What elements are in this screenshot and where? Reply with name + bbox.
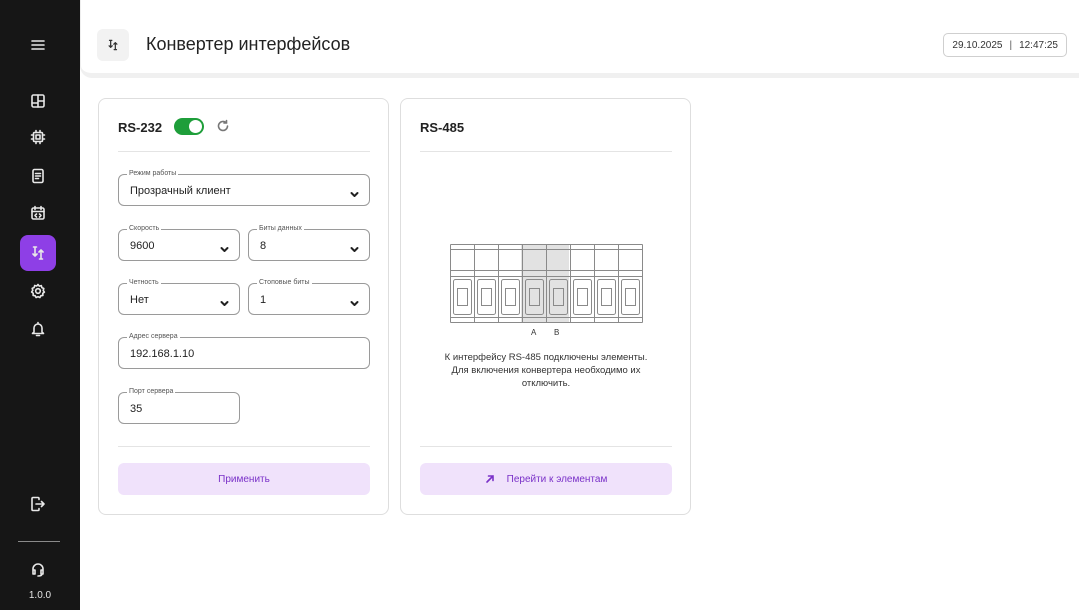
- info-line: К интерфейсу RS-485 подключены элементы.: [444, 352, 648, 363]
- sidebar: 1.0.0: [0, 0, 80, 610]
- card-divider: [420, 151, 672, 152]
- sidebar-item-settings[interactable]: [20, 273, 56, 309]
- chevron-down-icon: [220, 295, 229, 306]
- terminal-block-diagram: [450, 244, 643, 323]
- parity-select[interactable]: Четность Нет: [118, 278, 240, 315]
- server-port-value: 35: [130, 403, 143, 415]
- rs485-card: RS-485 A B К интерфейсу RS-485 подключен…: [400, 98, 691, 515]
- document-icon: [32, 168, 44, 184]
- stop-bits-label: Стоповые биты: [257, 278, 312, 288]
- time: 12:47:25: [1019, 39, 1058, 51]
- support-icon: [32, 563, 44, 577]
- toggle-knob: [189, 120, 202, 133]
- chip-icon: [30, 129, 46, 145]
- server-address-value: 192.168.1.10: [130, 348, 195, 360]
- goto-elements-button[interactable]: Перейти к элементам: [420, 463, 672, 495]
- header: Конвертер интерфейсов 29.10.2025 | 12:47…: [80, 0, 1079, 78]
- server-port-label: Порт сервера: [127, 387, 176, 397]
- support-button[interactable]: [20, 551, 56, 587]
- mode-select[interactable]: Режим работы Прозрачный клиент: [118, 169, 370, 206]
- sidebar-item-dashboard[interactable]: [20, 83, 56, 119]
- sidebar-item-converter[interactable]: [20, 235, 56, 271]
- server-address-label: Адрес сервера: [127, 332, 180, 342]
- sidebar-divider: [18, 541, 60, 542]
- logout-icon: [31, 496, 45, 512]
- refresh-button[interactable]: [216, 119, 230, 133]
- rs485-title: RS-485: [420, 120, 465, 135]
- card-divider: [420, 446, 672, 447]
- arrow-up-right-icon: [485, 474, 495, 484]
- rs232-enable-toggle[interactable]: [174, 118, 204, 135]
- apply-button[interactable]: Применить: [118, 463, 370, 495]
- stop-bits-select[interactable]: Стоповые биты 1: [248, 278, 370, 315]
- page-icon: [97, 29, 129, 61]
- menu-icon: [31, 40, 45, 50]
- server-port-input[interactable]: Порт сервера 35: [118, 387, 240, 424]
- datetime-separator: |: [1009, 39, 1013, 51]
- terminal-b-label: B: [554, 328, 560, 337]
- parity-value: Нет: [130, 294, 149, 306]
- bell-icon: [31, 321, 45, 337]
- card-divider: [118, 446, 370, 447]
- info-line: Для включения конвертера необходимо их: [451, 365, 641, 376]
- converter-icon: [32, 246, 44, 260]
- data-bits-label: Биты данных: [257, 224, 304, 234]
- sidebar-item-devices[interactable]: [20, 119, 56, 155]
- stop-bits-value: 1: [260, 294, 267, 306]
- terminal-a-label: A: [531, 328, 537, 337]
- app-version: 1.0.0: [28, 590, 52, 601]
- refresh-icon: [217, 119, 229, 132]
- card-divider: [118, 151, 370, 152]
- speed-select[interactable]: Скорость 9600: [118, 224, 240, 261]
- goto-elements-label: Перейти к элементам: [506, 473, 608, 485]
- speed-label: Скорость: [127, 224, 162, 234]
- calendar-code-icon: [31, 205, 45, 220]
- chevron-down-icon: [220, 241, 229, 252]
- rs485-info-text: К интерфейсу RS-485 подключены элементы.…: [420, 351, 672, 390]
- rs232-title: RS-232: [118, 120, 163, 135]
- logout-button[interactable]: [20, 486, 56, 522]
- settings-icon: [30, 283, 46, 299]
- data-bits-value: 8: [260, 240, 267, 252]
- server-address-input[interactable]: Адрес сервера 192.168.1.10: [118, 332, 370, 369]
- parity-label: Четность: [127, 278, 161, 288]
- chevron-down-icon: [350, 295, 359, 306]
- info-line: отключить.: [521, 378, 571, 389]
- speed-value: 9600: [130, 240, 155, 252]
- page-title: Конвертер интерфейсов: [146, 34, 351, 54]
- chevron-down-icon: [350, 186, 359, 197]
- sidebar-item-schedule[interactable]: [20, 195, 56, 231]
- dashboard-icon: [31, 94, 45, 108]
- date: 29.10.2025: [952, 39, 1003, 51]
- data-bits-select[interactable]: Биты данных 8: [248, 224, 370, 261]
- menu-button[interactable]: [20, 27, 56, 63]
- mode-label: Режим работы: [127, 169, 179, 179]
- converter-icon: [108, 39, 118, 51]
- mode-value: Прозрачный клиент: [130, 185, 231, 197]
- datetime-display: 29.10.2025 | 12:47:25: [943, 33, 1067, 57]
- chevron-down-icon: [350, 241, 359, 252]
- sidebar-item-documents[interactable]: [20, 158, 56, 194]
- sidebar-item-notifications[interactable]: [20, 311, 56, 347]
- rs232-card: RS-232 Режим работы Прозрачный клиент Ск…: [98, 98, 389, 515]
